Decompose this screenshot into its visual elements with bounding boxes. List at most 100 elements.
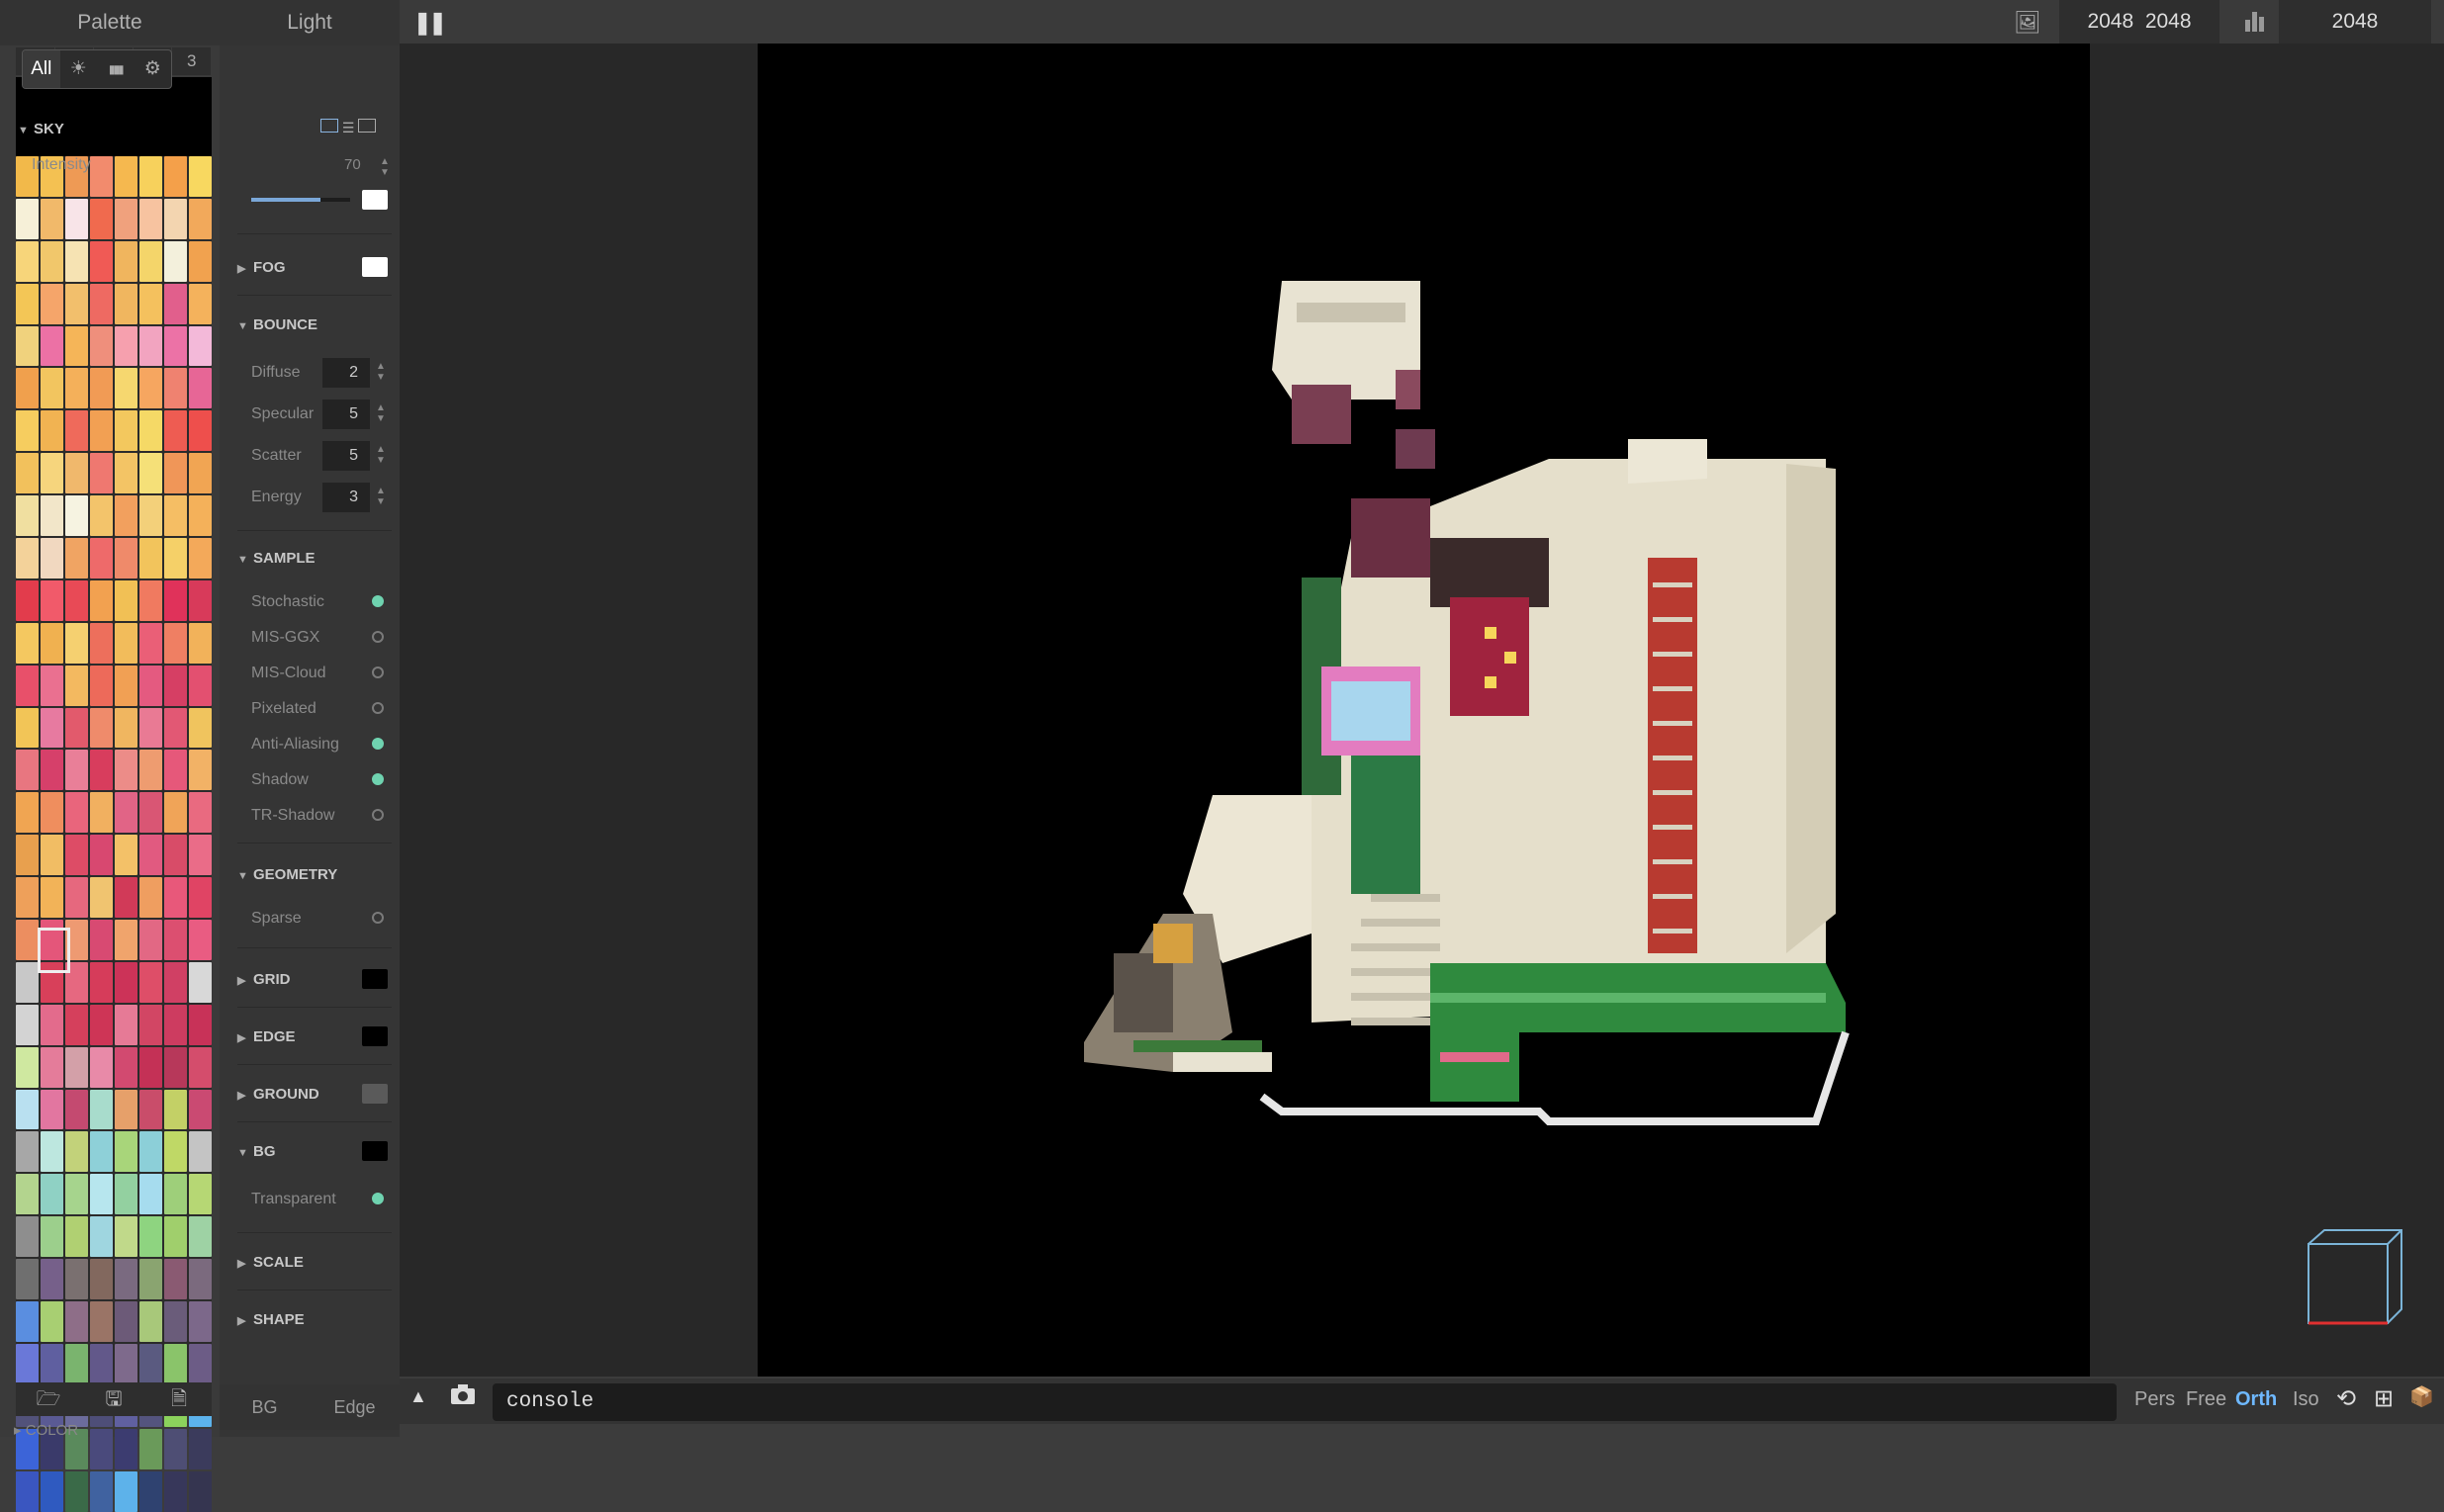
specular-input[interactable]: 5 xyxy=(322,400,370,429)
palette-swatch[interactable] xyxy=(16,835,39,876)
palette-swatch[interactable] xyxy=(90,1174,113,1215)
palette-swatch[interactable] xyxy=(189,283,212,324)
palette-swatch[interactable] xyxy=(115,750,137,791)
palette-swatch[interactable] xyxy=(16,1216,39,1258)
pixelated-toggle[interactable] xyxy=(372,702,384,714)
palette-swatch[interactable] xyxy=(41,1046,63,1088)
palette-swatch[interactable] xyxy=(189,1259,212,1300)
palette-swatch[interactable] xyxy=(41,622,63,664)
palette-swatch[interactable] xyxy=(16,1343,39,1384)
view-cube-icon[interactable] xyxy=(2299,1224,2407,1338)
palette-swatch[interactable] xyxy=(65,368,88,409)
resolution-display[interactable]: 2048 2048 xyxy=(2059,0,2219,44)
palette-swatch[interactable] xyxy=(16,1470,39,1512)
palette-swatch[interactable] xyxy=(189,1428,212,1469)
scatter-input[interactable]: 5 xyxy=(322,441,370,471)
palette-swatch[interactable] xyxy=(90,283,113,324)
palette-swatch[interactable] xyxy=(90,495,113,537)
palette-swatch[interactable] xyxy=(41,750,63,791)
palette-swatch[interactable] xyxy=(41,495,63,537)
save-icon[interactable]: 🖫 xyxy=(81,1382,146,1416)
palette-swatch[interactable] xyxy=(164,707,187,749)
footer-edge-button[interactable]: Edge xyxy=(310,1384,400,1430)
palette-swatch[interactable] xyxy=(189,410,212,452)
palette-swatch[interactable] xyxy=(189,579,212,621)
palette-swatch[interactable] xyxy=(139,579,162,621)
palette-swatch[interactable] xyxy=(164,538,187,578)
palette-swatch[interactable] xyxy=(189,198,212,239)
palette-swatch[interactable] xyxy=(115,198,137,239)
palette-swatch[interactable] xyxy=(115,792,137,834)
palette-swatch[interactable] xyxy=(189,1174,212,1215)
render-canvas[interactable] xyxy=(758,44,2090,1377)
palette-swatch[interactable] xyxy=(16,1259,39,1300)
palette-swatch[interactable] xyxy=(41,410,63,452)
section-geometry[interactable]: ▼ GEOMETRY xyxy=(237,866,337,883)
specular-spinner[interactable]: ▲ ▼ xyxy=(376,402,386,424)
palette-swatch[interactable] xyxy=(90,240,113,282)
palette-swatch[interactable] xyxy=(65,579,88,621)
palette-swatch[interactable] xyxy=(41,1004,63,1045)
palette-swatch[interactable] xyxy=(41,707,63,749)
palette-swatch[interactable] xyxy=(164,877,187,919)
palette-swatch[interactable] xyxy=(16,622,39,664)
palette-swatch[interactable] xyxy=(164,1470,187,1512)
palette-swatch[interactable] xyxy=(189,156,212,197)
palette-swatch[interactable] xyxy=(189,665,212,706)
palette-swatch[interactable] xyxy=(164,1301,187,1342)
pause-icon[interactable]: ❚❚ xyxy=(413,10,447,36)
palette-swatch[interactable] xyxy=(90,707,113,749)
palette-swatch[interactable] xyxy=(65,622,88,664)
mis-cloud-toggle[interactable] xyxy=(372,667,384,678)
palette-swatch[interactable] xyxy=(139,1470,162,1512)
palette-swatch[interactable] xyxy=(189,1343,212,1384)
palette-swatch[interactable] xyxy=(189,920,212,960)
palette-swatch[interactable] xyxy=(41,1216,63,1258)
section-sky[interactable]: ▼ SKY xyxy=(18,121,64,137)
folder-icon[interactable]: 🗁 xyxy=(16,1382,81,1416)
palette-swatch[interactable] xyxy=(16,579,39,621)
chart-icon[interactable]: ▮▮▮ xyxy=(97,50,135,88)
section-fog[interactable]: ▶ FOG xyxy=(237,259,286,276)
palette-swatch[interactable] xyxy=(65,1046,88,1088)
palette-swatch[interactable] xyxy=(90,410,113,452)
palette-swatch[interactable] xyxy=(115,325,137,367)
palette-swatch[interactable] xyxy=(115,835,137,876)
palette-swatch[interactable] xyxy=(164,1004,187,1045)
palette-swatch[interactable] xyxy=(164,198,187,239)
palette-swatch[interactable] xyxy=(164,792,187,834)
palette-swatch[interactable] xyxy=(41,835,63,876)
palette-swatch[interactable] xyxy=(139,1259,162,1300)
palette-swatch[interactable] xyxy=(16,961,39,1003)
palette-swatch[interactable] xyxy=(16,1089,39,1130)
palette-swatch[interactable] xyxy=(90,538,113,578)
palette-swatch[interactable] xyxy=(16,1131,39,1173)
palette-swatch[interactable] xyxy=(115,156,137,197)
edge-color-swatch[interactable] xyxy=(362,1026,388,1046)
palette-swatch[interactable] xyxy=(16,495,39,537)
palette-swatch[interactable] xyxy=(90,665,113,706)
palette-swatch[interactable] xyxy=(115,1089,137,1130)
palette-swatch[interactable] xyxy=(90,920,113,960)
footer-bg-button[interactable]: BG xyxy=(220,1384,310,1430)
sky-intensity-value[interactable]: 70 xyxy=(344,156,361,173)
palette-swatch[interactable] xyxy=(164,665,187,706)
palette-swatch[interactable] xyxy=(16,792,39,834)
section-bounce[interactable]: ▼ BOUNCE xyxy=(237,316,317,333)
mode-pers[interactable]: Pers xyxy=(2134,1388,2175,1411)
palette-swatch[interactable] xyxy=(115,1470,137,1512)
palette-swatch[interactable] xyxy=(164,1046,187,1088)
palette-swatch[interactable] xyxy=(164,961,187,1003)
palette-swatch[interactable] xyxy=(164,1131,187,1173)
palette-swatch[interactable] xyxy=(115,665,137,706)
sample-count-display[interactable]: 2048 xyxy=(2279,0,2431,44)
palette-swatch[interactable] xyxy=(164,1343,187,1384)
palette-swatch[interactable] xyxy=(16,325,39,367)
palette-swatch[interactable] xyxy=(90,325,113,367)
palette-swatch[interactable] xyxy=(189,495,212,537)
palette-swatch[interactable] xyxy=(115,368,137,409)
palette-swatch[interactable] xyxy=(65,538,88,578)
palette-swatch[interactable] xyxy=(189,961,212,1003)
palette-swatch[interactable] xyxy=(189,1216,212,1258)
palette-swatch[interactable] xyxy=(139,707,162,749)
